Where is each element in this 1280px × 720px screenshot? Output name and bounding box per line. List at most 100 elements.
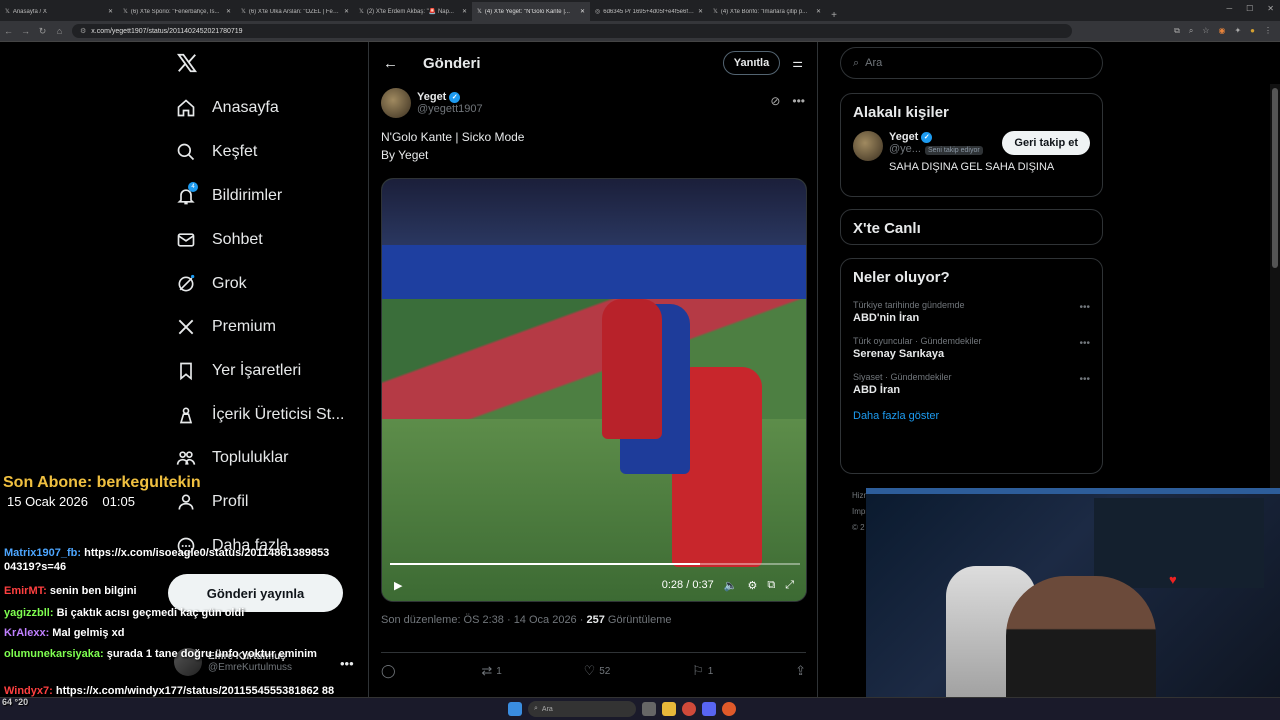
extension-icon[interactable]: ◉ bbox=[1218, 26, 1225, 36]
fullscreen-icon[interactable]: ⤢ bbox=[785, 579, 794, 592]
install-icon[interactable]: ⧉ bbox=[1174, 26, 1180, 36]
repost-icon: ⇄ bbox=[481, 663, 493, 678]
related-avatar[interactable] bbox=[853, 131, 883, 161]
nav-item-chat[interactable]: Sohbet bbox=[176, 230, 263, 250]
chat-message: Matrix1907_fb: https://x.com/isoeagle0/s… bbox=[4, 547, 330, 573]
x-logo-icon[interactable] bbox=[176, 52, 198, 79]
communities-icon bbox=[176, 451, 196, 465]
related-person[interactable]: Yeget ✓ @ye... Seni takip ediyor SAHA DIŞI… bbox=[841, 121, 1102, 183]
reply-action[interactable]: ◯ bbox=[381, 663, 400, 679]
reload-icon[interactable]: ↻ bbox=[34, 26, 51, 37]
trend-item[interactable]: Türkiye tarihinde gündemde ABD'nin İran … bbox=[841, 294, 1102, 330]
heart-icon: ♡ bbox=[583, 663, 596, 678]
heart-icon: ♥ bbox=[1169, 572, 1177, 587]
forward-arrow-icon[interactable]: → bbox=[17, 26, 34, 36]
more-options-icon[interactable]: ••• bbox=[1079, 374, 1090, 385]
menu-icon[interactable]: ⋮ bbox=[1264, 26, 1272, 36]
trend-item[interactable]: Türk oyuncular · Gündemdekiler Serenay S… bbox=[841, 330, 1102, 366]
chrome-icon[interactable] bbox=[682, 702, 696, 716]
share-action[interactable]: ⇪ bbox=[795, 663, 806, 679]
reply-button[interactable]: Yanıtla bbox=[722, 51, 781, 75]
back-arrow-icon[interactable]: ← bbox=[383, 55, 423, 72]
url-field[interactable]: ⚙ x.com/yegett1907/status/20114024520217… bbox=[72, 24, 1072, 38]
star-icon[interactable]: ☆ bbox=[1202, 26, 1209, 36]
sliders-icon[interactable]: ⚌ bbox=[792, 56, 803, 70]
maximize-icon[interactable]: ☐ bbox=[1246, 4, 1253, 13]
trend-item[interactable]: Siyaset · Gündemdekiler ABD İran ••• bbox=[841, 366, 1102, 402]
more-options-icon[interactable]: ••• bbox=[1079, 302, 1090, 313]
grok-explain-icon[interactable]: ⊘ bbox=[770, 94, 780, 108]
bookmark-action[interactable]: ⚐ 1 bbox=[692, 663, 713, 679]
nav-item-bookmarks[interactable]: Yer İşaretleri bbox=[176, 361, 301, 381]
settings-icon[interactable]: ⚙ bbox=[747, 579, 757, 592]
repost-action[interactable]: ⇄ 1 bbox=[481, 663, 501, 679]
video-time: 0:28 / 0:37 bbox=[661, 579, 714, 591]
volume-icon[interactable]: 🔈 bbox=[724, 579, 738, 592]
related-bio: SAHA DIŞINA GEL SAHA DIŞINA bbox=[889, 161, 1055, 173]
browser-tab[interactable]: 𝕏 (4) X'te Bonfo: "Imarlara çitip p... ✕ bbox=[708, 2, 826, 21]
close-window-icon[interactable]: ✕ bbox=[1267, 4, 1274, 13]
browser-tab[interactable]: ◎ 6d6345 Pr 1695+4d05f+e4f5e6f0... ✕ bbox=[590, 2, 708, 21]
close-tab-icon[interactable]: ✕ bbox=[580, 8, 585, 15]
author-handle[interactable]: @yegett1907 bbox=[417, 103, 483, 115]
browser-tab[interactable]: 𝕏 (6) X'te Sporio: "Fenerbahçe, İs... ✕ bbox=[118, 2, 236, 21]
task-view-icon[interactable] bbox=[642, 702, 656, 716]
reply-icon: ◯ bbox=[381, 663, 396, 678]
close-tab-icon[interactable]: ✕ bbox=[344, 8, 349, 15]
discord-icon[interactable] bbox=[702, 702, 716, 716]
back-arrow-icon[interactable]: ← bbox=[0, 26, 17, 36]
nav-item-communities[interactable]: Topluluklar bbox=[176, 448, 288, 468]
video-player[interactable]: ▶ 0:28 / 0:37 🔈 ⚙ ⧉ ⤢ bbox=[381, 178, 807, 602]
tweet-meta: Son düzenleme: ÖS 2:38 · 14 Oca 2026 · 2… bbox=[381, 614, 672, 626]
bookmark-icon bbox=[180, 362, 192, 381]
file-explorer-icon[interactable] bbox=[662, 702, 676, 716]
nav-item-notifications[interactable]: 4 Bildirimler bbox=[176, 182, 282, 206]
follow-back-button[interactable]: Geri takip et bbox=[1002, 131, 1090, 155]
more-options-icon[interactable]: ••• bbox=[792, 94, 805, 108]
nav-item-grok[interactable]: Grok bbox=[176, 274, 247, 294]
taskbar-search[interactable]: ⌕ Ara bbox=[528, 701, 636, 717]
app-icon[interactable] bbox=[722, 702, 736, 716]
pip-icon[interactable]: ⧉ bbox=[767, 579, 775, 592]
x-favicon-icon: 𝕏 bbox=[123, 9, 128, 15]
chat-message: Windyx7: https://x.com/windyx177/status/… bbox=[4, 685, 335, 697]
minimize-icon[interactable]: ─ bbox=[1226, 4, 1232, 13]
nav-item-home[interactable]: Anasayfa bbox=[176, 98, 279, 118]
nav-item-explore[interactable]: Keşfet bbox=[176, 142, 257, 162]
like-action[interactable]: ♡ 52 bbox=[584, 663, 611, 679]
puzzle-icon[interactable]: ✦ bbox=[1234, 26, 1241, 36]
home-icon[interactable]: ⌂ bbox=[51, 26, 68, 36]
webcam-led-strip bbox=[866, 488, 1280, 494]
chat-message: olumunekarsiyaka: şurada 1 tane doğru ün… bbox=[4, 648, 317, 660]
x-favicon-icon: 𝕏 bbox=[5, 9, 10, 15]
video-progress-bar[interactable] bbox=[390, 563, 800, 565]
author-name[interactable]: Yeget bbox=[417, 91, 446, 103]
card-title: Neler oluyor? bbox=[853, 269, 950, 286]
browser-tab-active[interactable]: 𝕏 (4) X'te Yeget: "N'Golo Kante |... ✕ bbox=[472, 2, 590, 21]
close-tab-icon[interactable]: ✕ bbox=[816, 8, 821, 15]
video-frame-player bbox=[602, 299, 662, 439]
close-tab-icon[interactable]: ✕ bbox=[226, 8, 231, 15]
nav-item-premium[interactable]: Premium bbox=[176, 317, 276, 337]
site-info-icon[interactable]: ⚙ bbox=[80, 27, 86, 35]
x-logo-icon bbox=[178, 319, 194, 335]
browser-tab[interactable]: 𝕏 (2) X'te Erdem Akbaş: "🚨 Nap... ✕ bbox=[354, 2, 472, 21]
show-more-link[interactable]: Daha fazla göster bbox=[841, 402, 1102, 434]
more-options-icon[interactable]: ••• bbox=[1079, 338, 1090, 349]
close-tab-icon[interactable]: ✕ bbox=[108, 8, 113, 15]
windows-taskbar: 64 °20 ⌕ Ara bbox=[0, 697, 1280, 720]
profile-avatar-icon[interactable]: ● bbox=[1250, 26, 1255, 36]
close-tab-icon[interactable]: ✕ bbox=[462, 8, 467, 15]
search-input[interactable]: ⌕ Ara bbox=[840, 47, 1103, 79]
play-icon[interactable]: ▶ bbox=[394, 579, 402, 592]
windows-start-icon[interactable] bbox=[508, 702, 522, 716]
scrollbar-thumb[interactable] bbox=[1272, 88, 1278, 268]
author-avatar[interactable] bbox=[381, 88, 411, 118]
live-on-x-card[interactable]: X'te Canlı bbox=[840, 209, 1103, 245]
close-tab-icon[interactable]: ✕ bbox=[698, 8, 703, 15]
browser-tab[interactable]: 𝕏 Anasayfa / X ✕ bbox=[0, 2, 118, 21]
new-tab-button[interactable]: + bbox=[826, 10, 842, 21]
nav-item-creator-studio[interactable]: İçerik Üreticisi St... bbox=[176, 405, 344, 425]
zoom-icon[interactable]: ⌕ bbox=[1189, 26, 1193, 36]
browser-tab[interactable]: 𝕏 (6) X'te Ulka Arslan: "ÖZEL | Fen... ✕ bbox=[236, 2, 354, 21]
